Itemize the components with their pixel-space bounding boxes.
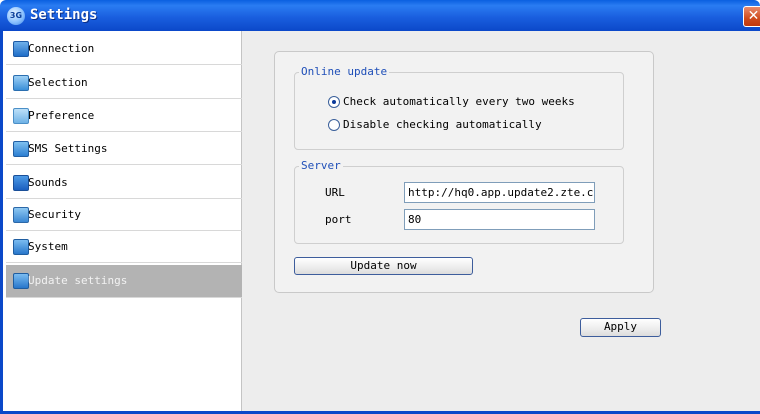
- sidebar-item-label: Selection: [28, 76, 88, 89]
- sms-icon: [13, 141, 29, 157]
- sidebar-item-label: Security: [28, 208, 81, 221]
- radio-button-checked[interactable]: [328, 96, 340, 108]
- sidebar-item-label: System: [28, 240, 68, 253]
- window-title: Settings: [30, 7, 98, 23]
- url-label: URL: [325, 186, 345, 199]
- sidebar-item-sms-settings[interactable]: SMS Settings: [6, 133, 242, 165]
- system-icon: [13, 239, 29, 255]
- title-bar[interactable]: 3G Settings ✕: [0, 0, 760, 31]
- online-update-legend: Online update: [299, 65, 390, 78]
- update-settings-panel: Online update Check automatically every …: [274, 51, 654, 293]
- close-button[interactable]: ✕: [743, 6, 760, 27]
- online-update-group: Online update Check automatically every …: [294, 65, 624, 150]
- sidebar-item-label: Update settings: [28, 274, 128, 287]
- sidebar-item-selection[interactable]: Selection: [6, 67, 242, 99]
- radio-label: Disable checking automatically: [343, 118, 542, 131]
- settings-content: Online update Check automatically every …: [242, 31, 760, 411]
- server-legend: Server: [299, 159, 343, 172]
- sidebar-item-connection[interactable]: Connection: [6, 33, 242, 65]
- sounds-icon: [13, 175, 29, 191]
- close-icon: ✕: [747, 8, 760, 24]
- port-label: port: [325, 213, 352, 226]
- app-icon: 3G: [7, 7, 25, 25]
- port-input[interactable]: 80: [404, 209, 595, 230]
- connection-icon: [13, 41, 29, 57]
- sidebar-item-security[interactable]: Security: [6, 199, 242, 231]
- sidebar-item-preference[interactable]: Preference: [6, 100, 242, 132]
- preference-icon: [13, 108, 29, 124]
- security-icon: [13, 207, 29, 223]
- sidebar-item-label: Sounds: [28, 176, 68, 189]
- sidebar-item-label: Preference: [28, 109, 95, 122]
- url-input[interactable]: http://hq0.app.update2.zte.com.: [404, 182, 595, 203]
- sidebar-item-sounds[interactable]: Sounds: [6, 167, 242, 199]
- apply-button[interactable]: Apply: [580, 318, 661, 337]
- sidebar-item-system[interactable]: System: [6, 231, 242, 263]
- settings-sidebar: Connection Selection Preference SMS Sett…: [3, 31, 242, 411]
- server-group: Server URL http://hq0.app.update2.zte.co…: [294, 159, 624, 244]
- selection-icon: [13, 75, 29, 91]
- sidebar-item-update-settings[interactable]: Update settings: [6, 265, 242, 298]
- sidebar-item-label: Connection: [28, 42, 95, 55]
- update-icon: [13, 273, 29, 289]
- sidebar-item-label: SMS Settings: [28, 142, 108, 155]
- update-now-button[interactable]: Update now: [294, 257, 473, 275]
- radio-label: Check automatically every two weeks: [343, 95, 575, 108]
- radio-button-unchecked[interactable]: [328, 119, 340, 131]
